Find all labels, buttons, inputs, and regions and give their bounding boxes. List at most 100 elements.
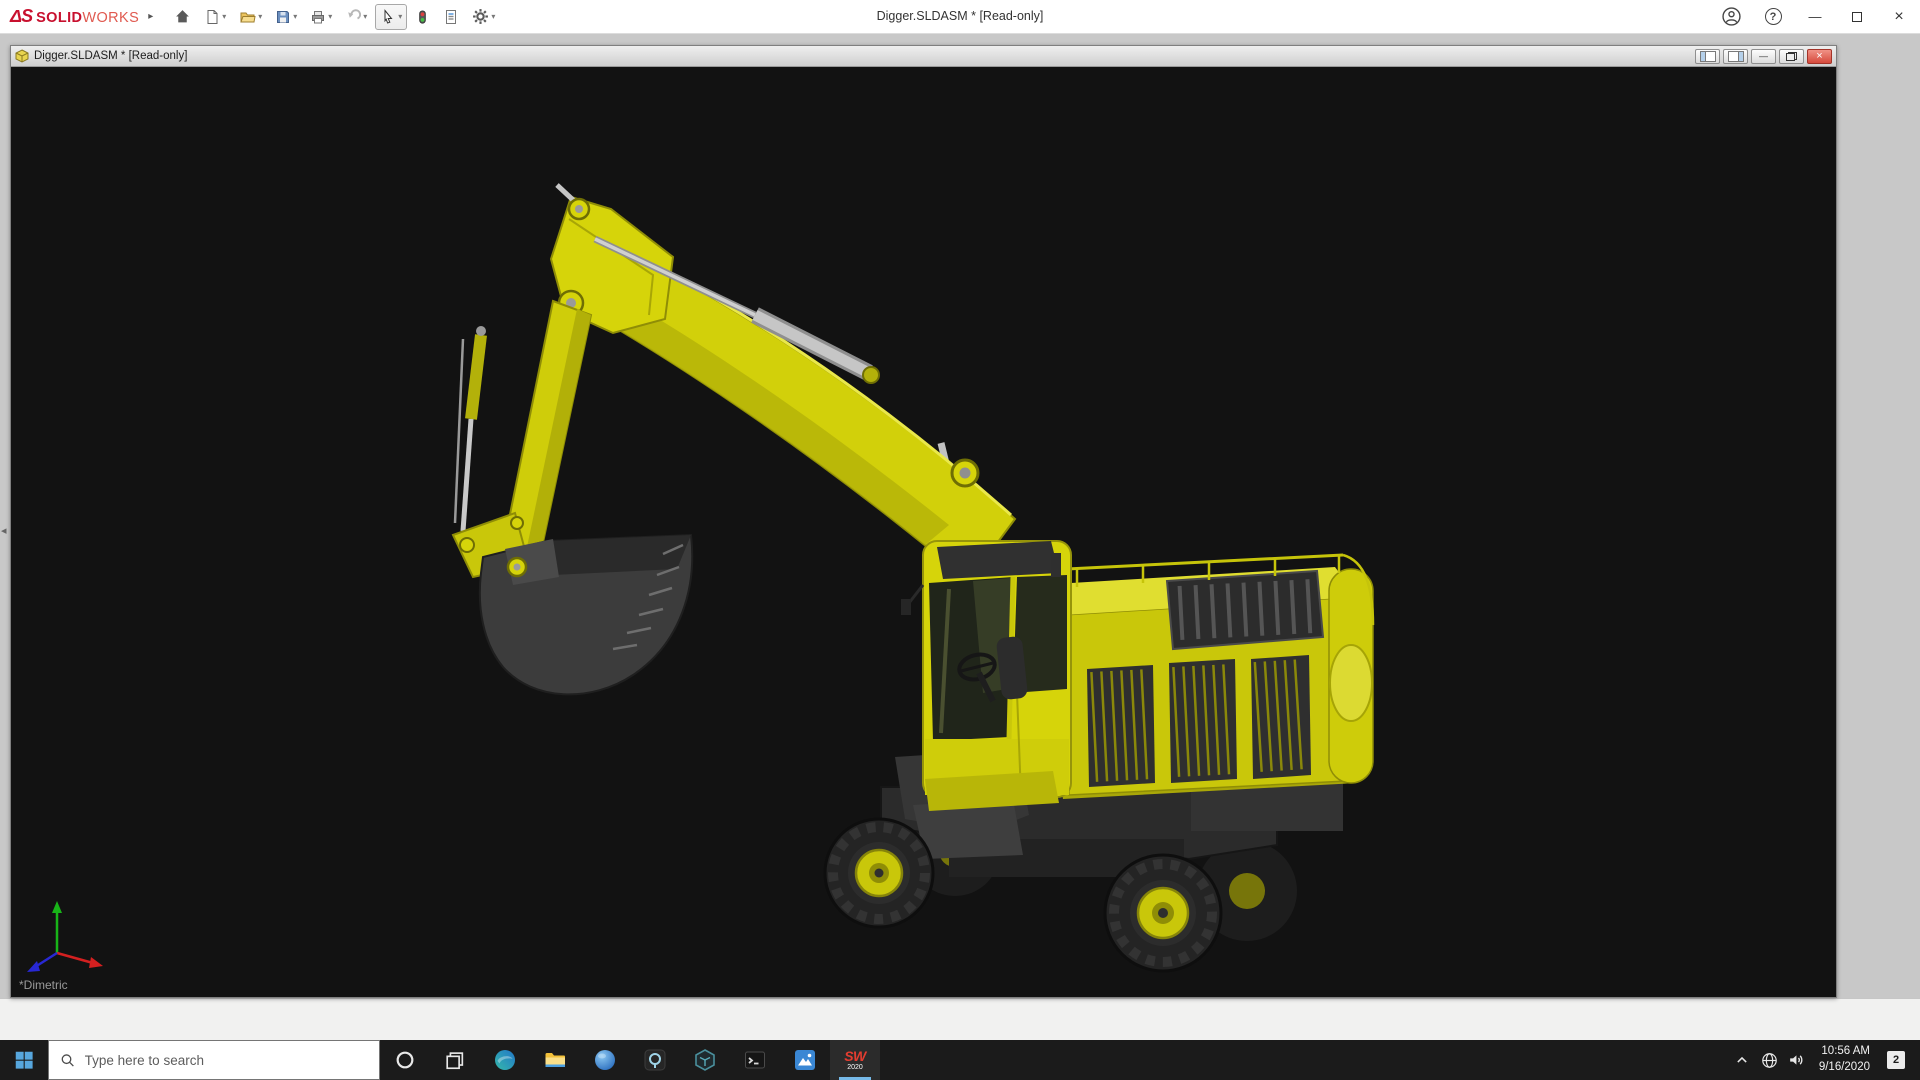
tray-expand-button[interactable]	[1729, 1040, 1756, 1080]
hexagon-app-icon	[693, 1048, 717, 1072]
photos-app-button[interactable]	[780, 1040, 830, 1080]
minimize-button[interactable]: —	[1794, 0, 1836, 34]
view-orientation-label: *Dimetric	[19, 978, 68, 992]
select-tool-button[interactable]: ▾	[375, 4, 407, 30]
open-button[interactable]: ▾	[234, 4, 267, 30]
save-icon	[275, 9, 291, 25]
app-titlebar: ΔS SOLID WORKS ▸ ▾ ▾	[0, 0, 1920, 34]
document-titlebar[interactable]: Digger.SLDASM * [Read-only] —	[11, 46, 1836, 67]
dark-circle-app-icon	[643, 1048, 667, 1072]
brand-works: WORKS	[82, 10, 139, 26]
cortana-button[interactable]	[380, 1040, 430, 1080]
solidworks-logo: ΔS SOLID WORKS ▸	[0, 6, 153, 27]
collapse-panel-arrow[interactable]: ◂	[1, 524, 7, 537]
search-input[interactable]	[85, 1053, 368, 1068]
account-icon	[1722, 7, 1741, 26]
app-window-controls: ? — ×	[1710, 0, 1920, 34]
rebuild-button[interactable]	[410, 4, 435, 30]
select-arrow-icon	[380, 9, 396, 25]
orientation-triad	[27, 901, 103, 972]
browser-button[interactable]	[580, 1040, 630, 1080]
help-icon: ?	[1765, 8, 1782, 25]
file-properties-icon	[443, 9, 459, 25]
excavator-bucket[interactable]	[480, 535, 692, 694]
new-document-icon	[204, 9, 220, 25]
network-button[interactable]	[1756, 1040, 1783, 1080]
maximize-button[interactable]	[1836, 0, 1878, 34]
system-tray: 10:56 AM 9/16/2020 2	[1729, 1040, 1920, 1080]
split-pane-right-icon	[1728, 51, 1744, 62]
dark-round-app-button[interactable]	[630, 1040, 680, 1080]
terminal-icon	[743, 1048, 767, 1072]
pane-toggle-right-button[interactable]	[1723, 49, 1748, 64]
minimize-icon: —	[1809, 9, 1822, 24]
doc-restore-button[interactable]	[1779, 49, 1804, 64]
home-icon	[174, 8, 191, 25]
volume-button[interactable]	[1783, 1040, 1810, 1080]
excavator-boom[interactable]	[551, 185, 1015, 581]
document-window-controls: — ×	[1695, 49, 1832, 64]
quick-access-toolbar: ▾ ▾ ▾ ▾	[169, 4, 500, 30]
dropdown-icon[interactable]: ▾	[398, 12, 402, 21]
windows-taskbar: SW 2020 10:56 AM 9/16/202	[0, 1040, 1920, 1080]
restore-icon	[1786, 52, 1797, 61]
file-properties-button[interactable]	[438, 4, 464, 30]
status-bar	[0, 998, 1920, 1040]
speaker-icon	[1786, 1050, 1806, 1070]
minimize-icon: —	[1759, 51, 1768, 61]
account-button[interactable]	[1710, 0, 1752, 34]
taskbar-search[interactable]	[48, 1040, 380, 1080]
notification-count-badge[interactable]: 2	[1887, 1051, 1905, 1069]
dropdown-icon[interactable]: ▾	[222, 12, 226, 21]
brand-solid: SOLID	[36, 10, 82, 26]
print-button[interactable]: ▾	[305, 4, 337, 30]
excavator-engine-body[interactable]	[1057, 555, 1373, 799]
doc-close-button[interactable]: ×	[1807, 49, 1832, 64]
solidworks-taskbar-button[interactable]: SW 2020	[830, 1040, 880, 1080]
dropdown-icon[interactable]: ▾	[258, 12, 262, 21]
excavator-3d-model[interactable]	[11, 67, 1836, 997]
photos-app-icon	[793, 1048, 817, 1072]
dropdown-icon[interactable]: ▾	[491, 12, 495, 21]
close-icon: ×	[1816, 50, 1822, 62]
clock-date: 9/16/2020	[1819, 1060, 1870, 1076]
close-icon: ×	[1894, 8, 1903, 26]
undo-button[interactable]: ▾	[340, 4, 372, 30]
split-pane-left-icon	[1700, 51, 1716, 62]
taskbar-clock[interactable]: 10:56 AM 9/16/2020	[1810, 1044, 1879, 1075]
pane-toggle-left-button[interactable]	[1695, 49, 1720, 64]
help-button[interactable]: ?	[1752, 0, 1794, 34]
close-button[interactable]: ×	[1878, 0, 1920, 34]
dropdown-icon[interactable]: ▾	[293, 12, 297, 21]
home-button[interactable]	[169, 4, 196, 30]
start-button[interactable]	[0, 1040, 48, 1080]
hexagon-app-button[interactable]	[680, 1040, 730, 1080]
document-title: Digger.SLDASM * [Read-only]	[34, 50, 187, 62]
windows-logo-icon	[13, 1049, 35, 1071]
terminal-app-button[interactable]	[730, 1040, 780, 1080]
options-button[interactable]: ▾	[467, 4, 500, 30]
gear-icon	[472, 8, 489, 25]
rebuild-traffic-light-icon	[415, 9, 430, 25]
network-globe-icon	[1760, 1051, 1779, 1070]
edge-button[interactable]	[480, 1040, 530, 1080]
task-view-button[interactable]	[430, 1040, 480, 1080]
excavator-cab[interactable]	[901, 541, 1071, 811]
doc-minimize-button[interactable]: —	[1751, 49, 1776, 64]
print-icon	[310, 9, 326, 25]
open-folder-icon	[239, 9, 256, 25]
undo-icon	[345, 9, 361, 25]
3d-viewport[interactable]: *Dimetric	[11, 67, 1836, 997]
cortana-icon	[394, 1049, 416, 1071]
dropdown-icon[interactable]: ▾	[328, 12, 332, 21]
document-window: Digger.SLDASM * [Read-only] —	[10, 45, 1837, 998]
clock-time: 10:56 AM	[1819, 1044, 1870, 1060]
task-view-icon	[444, 1049, 466, 1071]
save-button[interactable]: ▾	[270, 4, 302, 30]
new-document-button[interactable]: ▾	[199, 4, 231, 30]
assembly-document-icon	[15, 49, 29, 63]
dropdown-icon[interactable]: ▾	[363, 12, 367, 21]
file-explorer-button[interactable]	[530, 1040, 580, 1080]
breadcrumb-arrow-icon[interactable]: ▸	[148, 11, 153, 22]
solidworks-2020-icon: SW 2020	[844, 1049, 866, 1071]
